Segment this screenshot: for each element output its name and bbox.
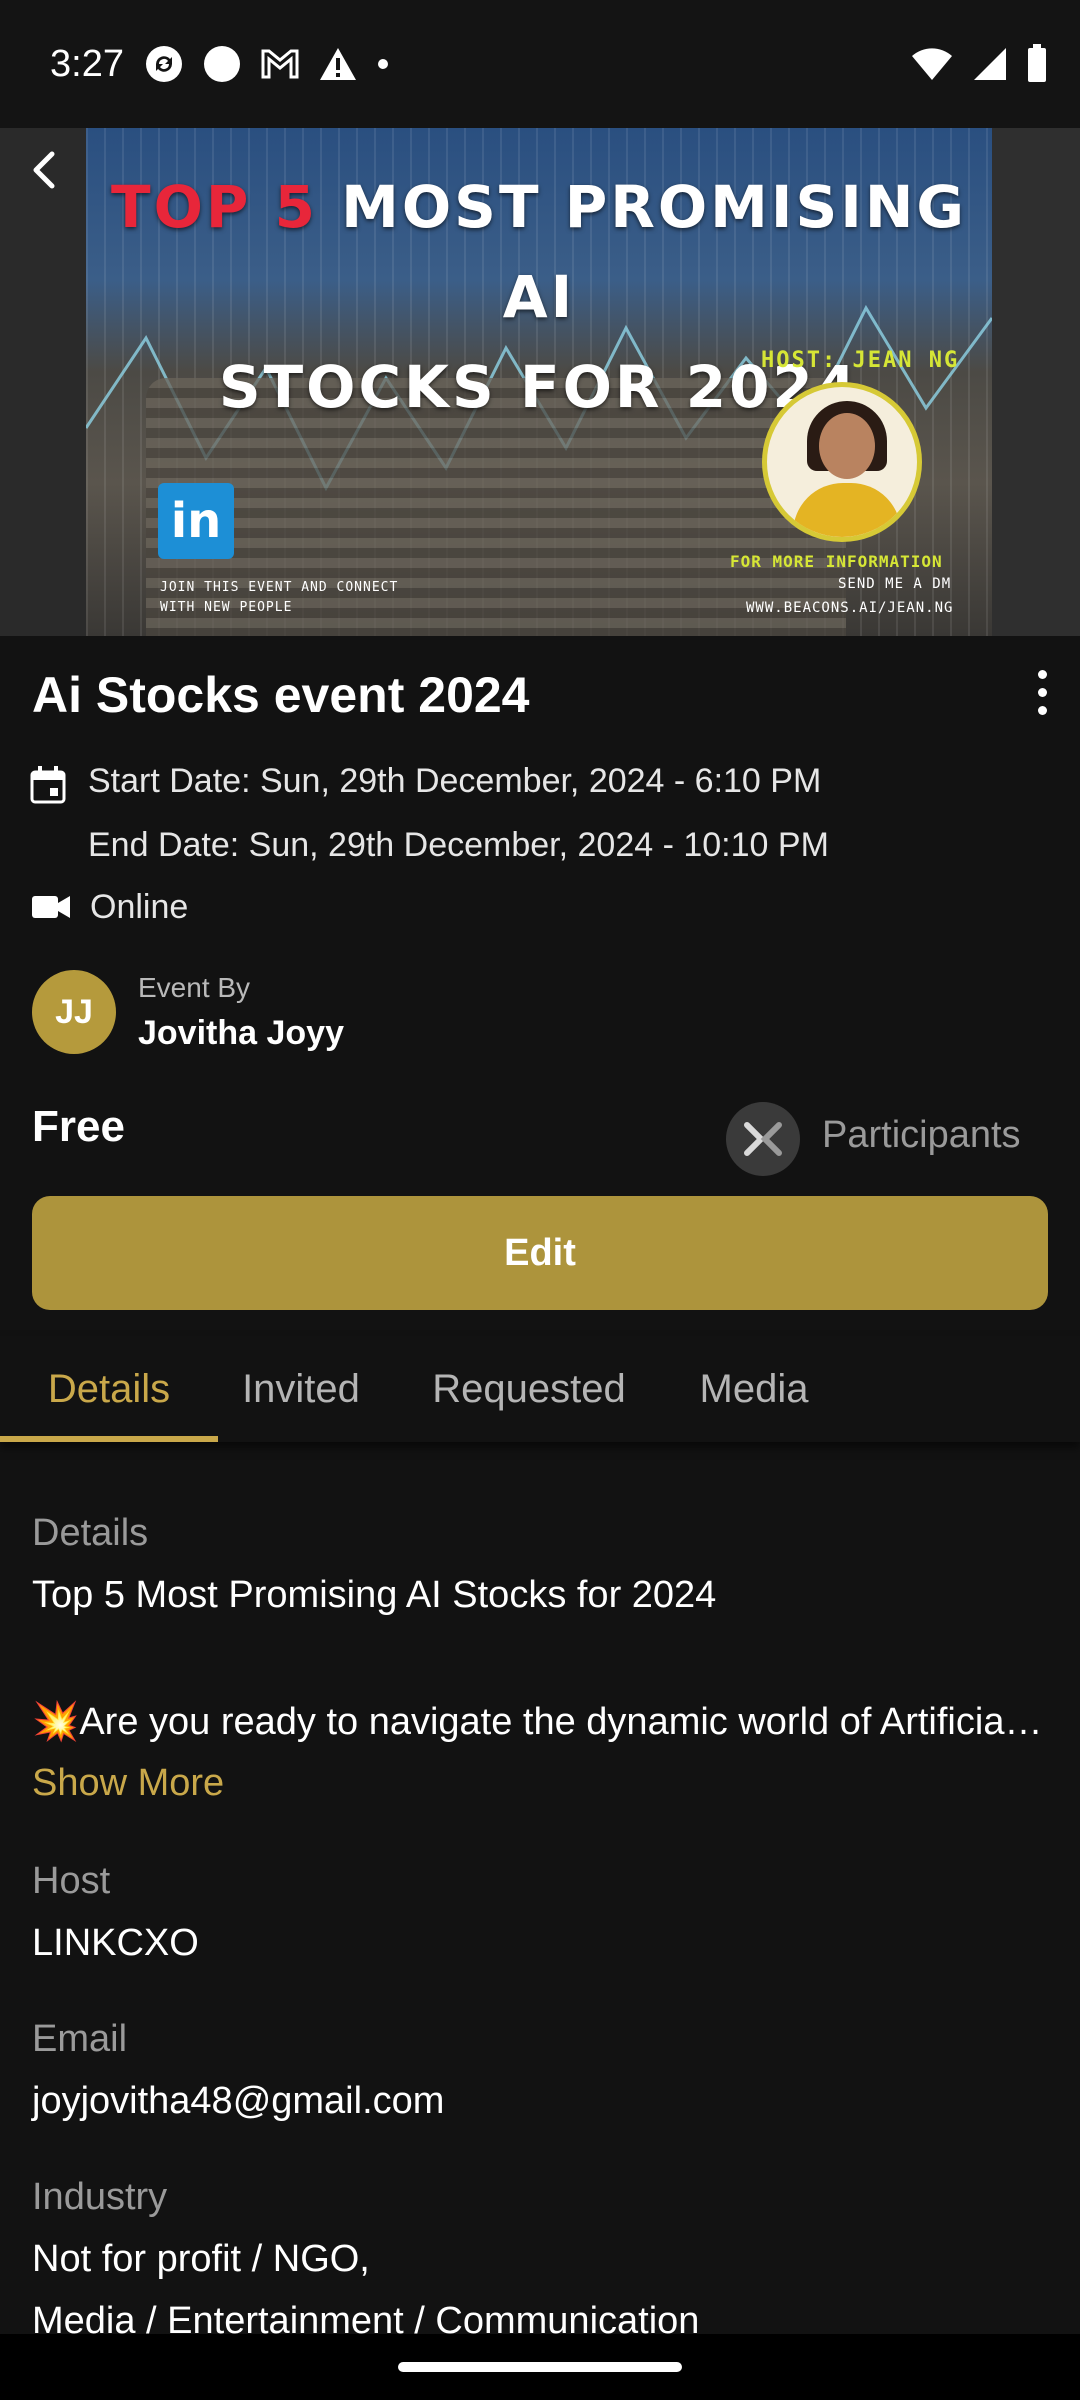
back-button[interactable] [14,140,74,200]
organizer-name[interactable]: Jovitha Joyy [138,1014,344,1053]
details-section-label: Details [32,1512,149,1554]
banner-right-fill [992,128,1080,636]
event-banner-image: TOP 5 MOST PROMISING AI STOCKS FOR 2024 … [86,128,992,636]
event-location: Online [90,888,189,926]
email-value: joyjovitha48@gmail.com [32,2080,445,2122]
banner-more-info-text: FOR MORE INFORMATION [730,552,943,571]
tab-media[interactable]: Media [674,1336,834,1442]
banner-host-text: HOST: JEAN NG [761,348,960,373]
status-icons-left [144,44,390,84]
event-by-label: Event By [138,972,251,1003]
tab-details[interactable]: Details [0,1336,218,1442]
back-arrow-icon [33,151,55,189]
navigation-bar [0,2334,1080,2400]
status-icons-right [910,44,1048,84]
event-title: Ai Stocks event 2024 [32,667,530,723]
event-banner: TOP 5 MOST PROMISING AI STOCKS FOR 2024 … [0,128,1080,636]
tab-invited[interactable]: Invited [218,1336,384,1442]
participants-link[interactable]: Participants [822,1114,1021,1157]
host-photo [762,382,922,542]
show-more-link[interactable]: Show More [32,1762,224,1805]
end-date: End Date: Sun, 29th December, 2024 - 10:… [88,826,829,864]
participants-icon[interactable] [726,1102,800,1176]
sync-icon [145,46,182,82]
participants-logo-icon [744,1122,782,1156]
industry-label: Industry [32,2176,168,2218]
email-label: Email [32,2018,128,2060]
event-details-content: Ai Stocks event 2024 Start Date: Sun, 29… [0,636,1080,2334]
gmail-icon [261,49,299,79]
event-price: Free [32,1102,125,1151]
details-line-1: Top 5 Most Promising AI Stocks for 2024 [32,1574,717,1616]
video-camera-icon [32,896,70,918]
battery-icon [1028,44,1046,82]
signal-icon [974,48,1006,80]
banner-url-text: WWW.BEACONS.AI/JEAN.NG [746,600,954,616]
host-label: Host [32,1860,111,1902]
banner-dm-text: SEND ME A DM [838,576,952,592]
status-bar: 3:27 [0,0,1080,128]
edit-button[interactable]: Edit [32,1196,1048,1310]
calendar-icon [30,766,66,804]
banner-join-text: JOIN THIS EVENT AND CONNECT WITH NEW PEO… [160,580,399,615]
circle-app-icon [203,46,240,82]
tab-requested[interactable]: Requested [384,1336,674,1442]
home-gesture-handle[interactable] [398,2362,682,2372]
start-date: Start Date: Sun, 29th December, 2024 - 6… [88,762,822,800]
wifi-icon [912,48,952,80]
tab-bar: Details Invited Requested Media [0,1336,1080,1442]
status-time: 3:27 [50,42,124,85]
host-value: LINKCXO [32,1922,199,1964]
organizer-avatar[interactable]: JJ [32,970,116,1054]
linkedin-icon: in [158,483,234,559]
banner-left-fill [0,128,86,636]
details-line-2: 💥Are you ready to navigate the dynamic w… [32,1701,1048,1743]
industry-value-2: Media / Entertainment / Communication [32,2300,700,2334]
warning-icon [319,48,356,80]
more-options-button[interactable] [1020,662,1064,722]
dot-icon [377,59,388,69]
industry-value-1: Not for profit / NGO, [32,2238,370,2280]
